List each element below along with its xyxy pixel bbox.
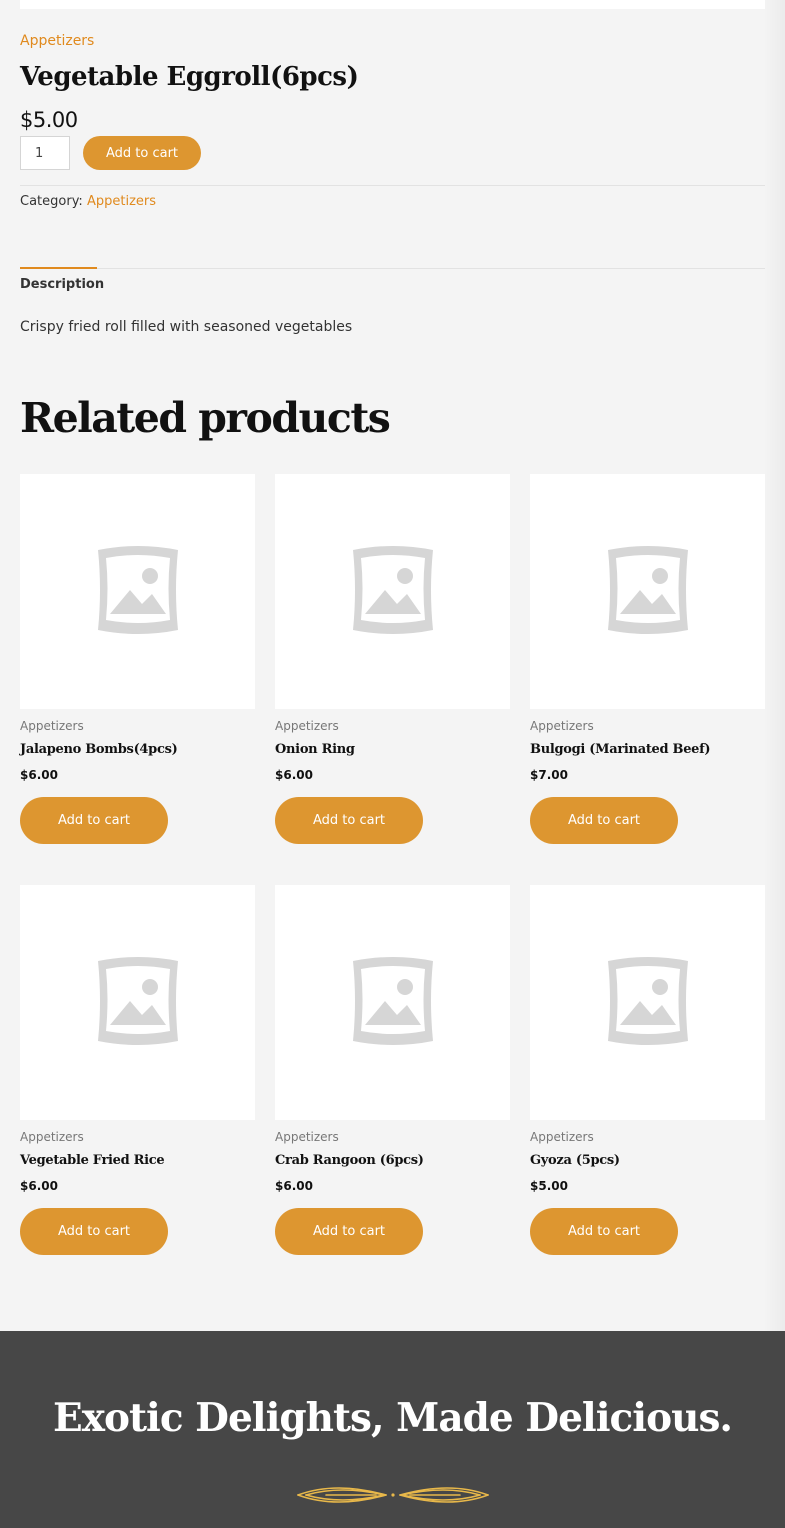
tabs-divider — [20, 268, 765, 269]
page-edge-shade — [763, 0, 785, 1331]
description-text: Crispy fried roll filled with seasoned v… — [20, 319, 353, 335]
quantity-input[interactable] — [20, 136, 70, 170]
decorative-divider-icon — [297, 1487, 489, 1503]
footer-tagline: Exotic Delights, Made Delicious. — [53, 1395, 733, 1441]
product-image-link[interactable] — [275, 474, 510, 709]
add-to-cart-button[interactable]: Add to cart — [275, 797, 423, 844]
add-to-cart-button[interactable]: Add to cart — [530, 1208, 678, 1255]
related-product-card: Appetizers Crab Rangoon (6pcs) $6.00 Add to… — [275, 885, 510, 1265]
product-meta: Category: Appetizers — [20, 194, 156, 209]
image-placeholder-icon — [94, 955, 182, 1051]
image-placeholder-icon — [604, 955, 692, 1051]
product-category: Appetizers — [275, 719, 339, 733]
product-price: $6.00 — [275, 1179, 313, 1193]
product-price: $7.00 — [530, 768, 568, 782]
product-title: Vegetable Eggroll(6pcs) — [20, 62, 359, 92]
related-product-card: Appetizers Vegetable Fried Rice $6.00 Add t… — [20, 885, 255, 1265]
related-product-card: Appetizers Bulgogi (Marinated Beef) $7.00 A… — [530, 474, 765, 854]
add-to-cart-button[interactable]: Add to cart — [530, 797, 678, 844]
product-price: $6.00 — [275, 768, 313, 782]
product-image-link[interactable] — [530, 885, 765, 1120]
image-placeholder-icon — [94, 544, 182, 640]
product-name-link[interactable]: Onion Ring — [275, 742, 355, 757]
related-product-card: Appetizers Onion Ring $6.00 Add to cart — [275, 474, 510, 854]
meta-label: Category: — [20, 194, 83, 209]
product-category: Appetizers — [530, 1130, 594, 1144]
product-name-link[interactable]: Bulgogi (Marinated Beef) — [530, 742, 711, 757]
add-to-cart-button[interactable]: Add to cart — [275, 1208, 423, 1255]
product-category: Appetizers — [275, 1130, 339, 1144]
product-category: Appetizers — [20, 719, 84, 733]
product-image-link[interactable] — [275, 885, 510, 1120]
related-product-card: Appetizers Jalapeno Bombs(4pcs) $6.00 Add t… — [20, 474, 255, 854]
image-placeholder-icon — [604, 544, 692, 640]
image-placeholder-icon — [349, 955, 437, 1051]
add-to-cart-button[interactable]: Add to cart — [20, 797, 168, 844]
product-image-link[interactable] — [20, 885, 255, 1120]
meta-category-link[interactable]: Appetizers — [87, 194, 156, 209]
image-placeholder-icon — [349, 544, 437, 640]
product-image-link[interactable] — [20, 474, 255, 709]
tab-description[interactable]: Description — [20, 277, 104, 292]
product-price: $6.00 — [20, 768, 58, 782]
product-price: $6.00 — [20, 1179, 58, 1193]
meta-divider — [20, 185, 765, 186]
product-category: Appetizers — [530, 719, 594, 733]
related-products-title: Related products — [20, 394, 391, 442]
related-product-card: Appetizers Gyoza (5pcs) $5.00 Add to cart — [530, 885, 765, 1265]
product-price: $5.00 — [530, 1179, 568, 1193]
breadcrumb-category-link[interactable]: Appetizers — [20, 33, 94, 49]
product-name-link[interactable]: Jalapeno Bombs(4pcs) — [20, 742, 178, 757]
product-price: $5.00 — [20, 108, 78, 132]
product-name-link[interactable]: Vegetable Fried Rice — [20, 1153, 165, 1168]
product-name-link[interactable]: Gyoza (5pcs) — [530, 1153, 620, 1168]
site-footer: Exotic Delights, Made Delicious. — [0, 1331, 785, 1528]
product-category: Appetizers — [20, 1130, 84, 1144]
active-tab-indicator — [20, 267, 97, 269]
image-frame-bottom — [20, 0, 765, 9]
product-name-link[interactable]: Crab Rangoon (6pcs) — [275, 1153, 424, 1168]
add-to-cart-button[interactable]: Add to cart — [83, 136, 201, 170]
product-image-link[interactable] — [530, 474, 765, 709]
add-to-cart-button[interactable]: Add to cart — [20, 1208, 168, 1255]
